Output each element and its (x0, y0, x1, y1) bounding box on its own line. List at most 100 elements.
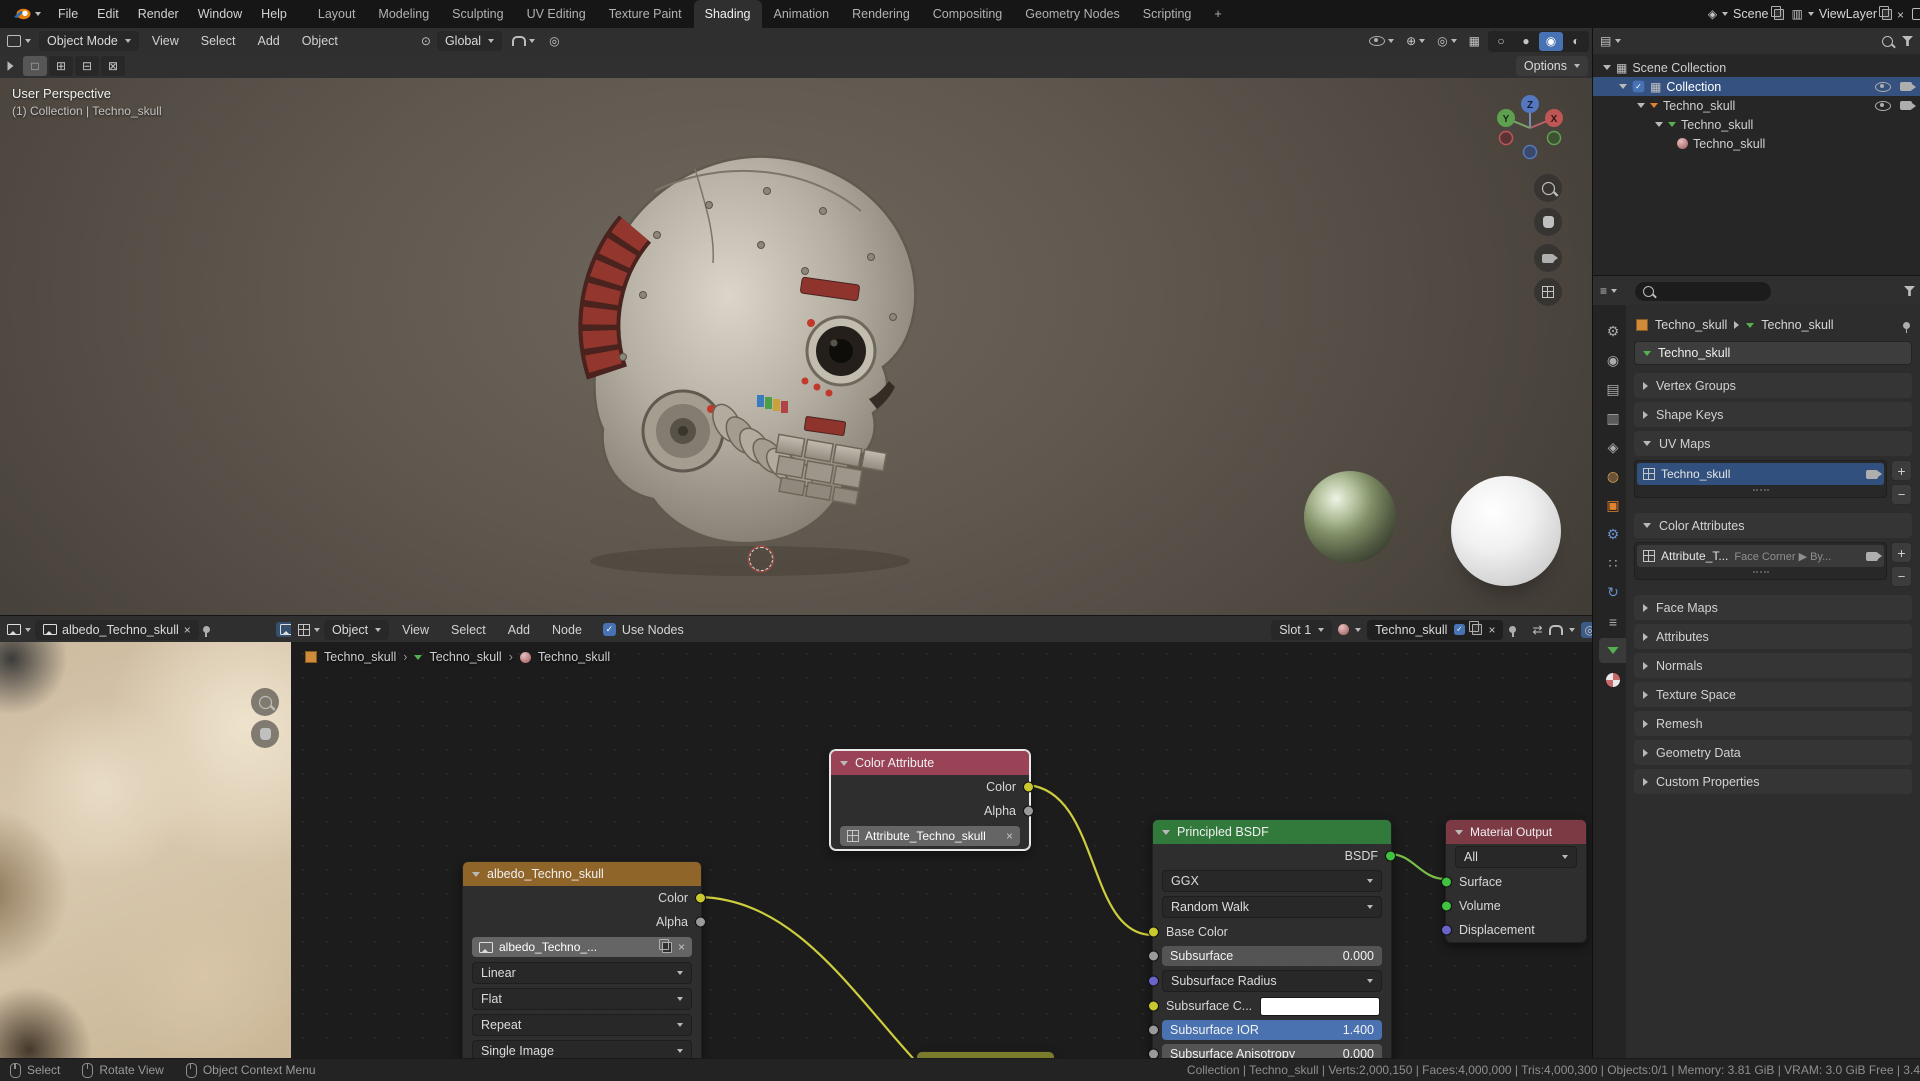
target-dropdown[interactable]: All (1455, 846, 1577, 868)
tab-render[interactable] (1599, 348, 1627, 373)
tab-view-layer[interactable] (1599, 406, 1627, 431)
socket-alpha-output[interactable] (695, 916, 706, 928)
menu-file[interactable]: File (49, 3, 87, 25)
socket-base-color-input[interactable] (1148, 926, 1159, 938)
select-mode-subtract-button[interactable]: ⊟ (75, 56, 99, 76)
shader-menu-node[interactable]: Node (543, 619, 591, 641)
editor-type-shader-icon[interactable] (298, 623, 310, 636)
tab-constraints[interactable] (1599, 609, 1627, 634)
expand-icon[interactable] (1619, 84, 1627, 89)
filter-icon[interactable] (1904, 286, 1915, 296)
move-view-button[interactable] (251, 720, 279, 748)
tab-shading[interactable]: Shading (693, 0, 762, 28)
select-mode-new-button[interactable]: □ (23, 56, 47, 76)
source-dropdown[interactable]: Single Image (472, 1040, 692, 1058)
chevron-down-icon[interactable] (25, 39, 31, 43)
xray-toggle[interactable]: ▦ (1465, 33, 1484, 49)
pin-icon[interactable] (1509, 626, 1517, 637)
material-icon[interactable] (1338, 624, 1350, 635)
tab-geometry-nodes[interactable]: Geometry Nodes (1014, 0, 1130, 28)
gizmos-dropdown[interactable]: ⊕ (1402, 33, 1429, 49)
node-header[interactable]: albedo_Techno_skull (463, 862, 701, 886)
shader-menu-select[interactable]: Select (442, 619, 495, 641)
hide-viewport-icon[interactable] (1875, 81, 1891, 92)
section-geometry-data[interactable]: Geometry Data (1634, 740, 1912, 765)
node-header[interactable]: Principled BSDF (1153, 820, 1391, 844)
select-mode-intersect-button[interactable]: ⊠ (101, 56, 125, 76)
node-mix-multiply[interactable]: Multiply (916, 1051, 1055, 1058)
zoom-button[interactable] (1534, 174, 1562, 202)
active-tool-icon[interactable] (7, 61, 14, 71)
copy-material-icon[interactable] (1469, 621, 1483, 635)
material-name-field[interactable]: Techno_skull (1367, 619, 1504, 640)
projection-dropdown[interactable]: Flat (472, 988, 692, 1010)
section-remesh[interactable]: Remesh (1634, 711, 1912, 736)
section-vertex-groups[interactable]: Vertex Groups (1634, 373, 1912, 398)
active-render-icon[interactable] (1866, 469, 1882, 479)
shader-editor-canvas[interactable]: Techno_skull Techno_skull Techno_skull C… (291, 642, 1592, 1058)
image-editor-canvas[interactable] (0, 642, 292, 1058)
tab-scripting[interactable]: Scripting (1132, 0, 1203, 28)
menu-render[interactable]: Render (129, 3, 188, 25)
section-uv-maps[interactable]: UV Maps (1634, 431, 1912, 456)
viewport-menu-view[interactable]: View (143, 30, 188, 52)
pin-icon[interactable] (1903, 321, 1910, 333)
socket-color-output[interactable] (695, 892, 706, 904)
socket-radius-input[interactable] (1148, 975, 1159, 987)
viewport-menu-select[interactable]: Select (192, 30, 245, 52)
menu-window[interactable]: Window (189, 3, 251, 25)
subsurface-anisotropy-slider[interactable]: Subsurface Anisotropy 0.000 (1162, 1044, 1382, 1058)
menu-help[interactable]: Help (252, 3, 296, 25)
remove-uv-map-button[interactable] (1891, 484, 1912, 505)
editor-type-viewport-icon[interactable] (7, 35, 21, 47)
new-viewlayer-icon[interactable] (1878, 5, 1892, 20)
socket-alpha-output[interactable] (1023, 805, 1034, 817)
socket-displacement-input[interactable] (1441, 924, 1452, 936)
expand-icon[interactable] (1655, 122, 1663, 127)
active-render-icon[interactable] (1866, 551, 1882, 561)
tab-object-data[interactable] (1599, 638, 1627, 663)
section-custom-properties[interactable]: Custom Properties (1634, 769, 1912, 794)
scene-selector[interactable]: ◈ Scene (1708, 5, 1784, 21)
tab-scene[interactable] (1599, 435, 1627, 460)
section-normals[interactable]: Normals (1634, 653, 1912, 678)
socket-ior-input[interactable] (1148, 1024, 1159, 1036)
shader-type-dropdown[interactable]: Object (324, 619, 390, 640)
data-name-field[interactable]: Techno_skull (1634, 341, 1912, 365)
copy-image-icon[interactable] (658, 938, 672, 953)
tab-compositing[interactable]: Compositing (922, 0, 1013, 28)
outliner-row-object[interactable]: Techno_skull (1593, 96, 1920, 115)
unlink-image-icon[interactable] (678, 940, 685, 954)
editor-type-properties-icon[interactable]: ≡ (1600, 285, 1607, 297)
socket-anisotropy-input[interactable] (1148, 1048, 1159, 1058)
image-selector[interactable]: albedo_Techno_skull (35, 619, 199, 640)
uv-map-item[interactable]: Techno_skull (1637, 463, 1884, 485)
section-color-attributes[interactable]: Color Attributes (1634, 513, 1912, 538)
chevron-down-icon[interactable] (1615, 39, 1622, 43)
viewport-menu-add[interactable]: Add (249, 30, 289, 52)
chevron-down-icon[interactable] (314, 627, 320, 632)
hide-viewport-icon[interactable] (1875, 100, 1891, 111)
collapse-icon[interactable] (472, 871, 480, 877)
skull-3d-model[interactable] (505, 113, 985, 593)
fake-user-icon[interactable] (1454, 623, 1466, 636)
interpolation-dropdown[interactable]: Linear (472, 962, 692, 984)
outliner-row-collection[interactable]: ▦ Collection (1593, 77, 1920, 96)
viewport-menu-object[interactable]: Object (293, 30, 347, 52)
node-header[interactable]: Color Attribute (831, 751, 1029, 775)
tab-animation[interactable]: Animation (763, 0, 841, 28)
options-button[interactable]: Options (1515, 56, 1588, 76)
outliner-row-material[interactable]: Techno_skull (1593, 134, 1920, 153)
select-mode-extend-button[interactable]: ⊞ (49, 56, 73, 76)
node-header[interactable]: Material Output (1446, 820, 1586, 844)
shading-solid-button[interactable] (1514, 32, 1538, 51)
add-workspace-button[interactable]: + (1203, 0, 1232, 28)
viewlayer-selector[interactable]: ▥ ViewLayer (1792, 5, 1905, 22)
navigation-gizmo[interactable]: Z X Y (1494, 92, 1566, 164)
subsurface-slider[interactable]: Subsurface 0.000 (1162, 946, 1382, 966)
zoom-button[interactable] (251, 688, 279, 716)
new-scene-icon[interactable] (1770, 5, 1784, 20)
socket-volume-input[interactable] (1441, 900, 1452, 912)
sss-color-swatch[interactable] (1260, 996, 1380, 1016)
search-input[interactable] (1660, 283, 1745, 299)
